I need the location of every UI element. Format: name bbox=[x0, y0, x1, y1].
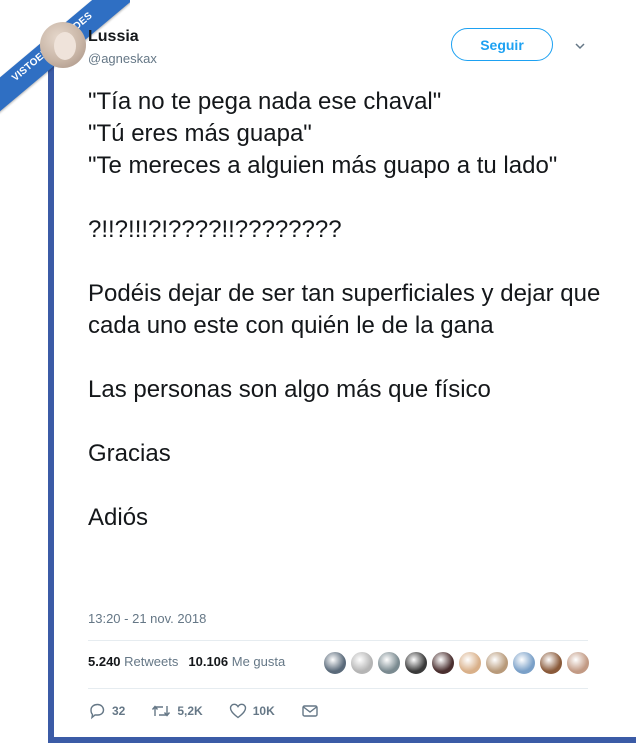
chevron-down-icon[interactable] bbox=[574, 40, 586, 52]
liker-avatar[interactable] bbox=[485, 651, 509, 675]
reply-button[interactable]: 32 bbox=[88, 702, 125, 720]
retweets-count: 5.240 bbox=[88, 654, 121, 669]
tweet-line: Adiós bbox=[88, 504, 149, 531]
message-button[interactable] bbox=[301, 703, 325, 719]
divider bbox=[88, 640, 588, 641]
tweet-line: "Te mereces a alguien más guapo a tu lad… bbox=[88, 152, 558, 179]
engagement-stats: 5.240 Retweets 10.106 Me gusta bbox=[88, 654, 285, 669]
tweet-line: "Tú eres más guapa" bbox=[88, 120, 312, 147]
liker-avatar[interactable] bbox=[323, 651, 347, 675]
likes-stat[interactable]: 10.106 Me gusta bbox=[188, 654, 285, 669]
tweet-line: "Tía no te pega nada ese chaval" bbox=[88, 88, 442, 115]
like-button[interactable]: 10K bbox=[229, 702, 275, 720]
likes-label: Me gusta bbox=[231, 654, 286, 669]
liker-avatars bbox=[323, 651, 593, 675]
tweet-timestamp[interactable]: 13:20 - 21 nov. 2018 bbox=[88, 611, 206, 626]
avatar[interactable] bbox=[40, 22, 86, 68]
liker-avatar[interactable] bbox=[512, 651, 536, 675]
action-bar: 32 5,2K 10K bbox=[88, 702, 351, 720]
liker-avatar[interactable] bbox=[350, 651, 374, 675]
retweet-button[interactable]: 5,2K bbox=[151, 702, 203, 720]
heart-icon bbox=[229, 703, 246, 719]
retweet-count: 5,2K bbox=[177, 704, 203, 718]
user-handle[interactable]: @agneskax bbox=[88, 51, 157, 66]
frame-left-bar bbox=[48, 58, 54, 743]
reply-icon bbox=[90, 703, 105, 720]
likes-count: 10.106 bbox=[188, 654, 229, 669]
liker-avatar[interactable] bbox=[566, 651, 590, 675]
tweet-line: Gracias bbox=[88, 440, 171, 467]
like-count: 10K bbox=[252, 704, 275, 718]
divider bbox=[88, 688, 588, 689]
liker-avatar[interactable] bbox=[404, 651, 428, 675]
retweets-stat[interactable]: 5.240 Retweets bbox=[88, 654, 178, 669]
liker-avatar[interactable] bbox=[458, 651, 482, 675]
user-name[interactable]: Lussia bbox=[88, 28, 139, 46]
envelope-icon bbox=[302, 705, 318, 717]
tweet-text: "Tía no te pega nada ese chaval" "Tú ere… bbox=[88, 86, 608, 534]
frame-bottom-bar bbox=[48, 737, 636, 743]
reply-count: 32 bbox=[112, 704, 126, 718]
retweets-label: Retweets bbox=[124, 654, 179, 669]
liker-avatar[interactable] bbox=[431, 651, 455, 675]
tweet-line: ?!!?!!!?!????!!???????? bbox=[88, 216, 342, 243]
tweet-line: Podéis dejar de ser tan superficiales y … bbox=[88, 280, 601, 339]
liker-avatar[interactable] bbox=[539, 651, 563, 675]
tweet-line: Las personas son algo más que físico bbox=[88, 376, 491, 403]
follow-button[interactable]: Seguir bbox=[451, 28, 553, 61]
retweet-icon bbox=[152, 705, 171, 717]
liker-avatar[interactable] bbox=[377, 651, 401, 675]
